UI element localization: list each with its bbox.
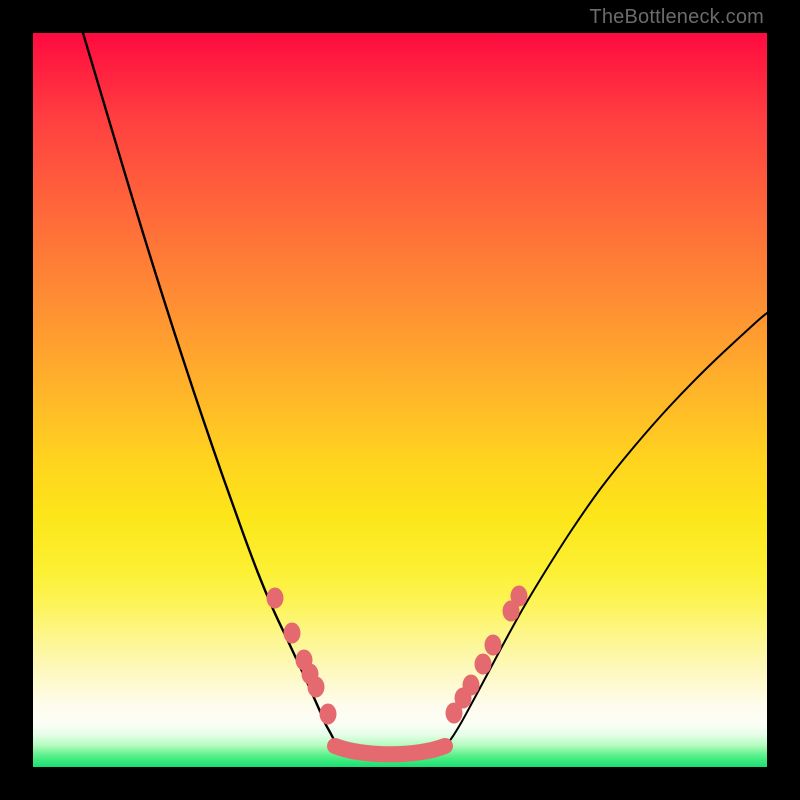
marker-dot [267, 588, 284, 609]
marker-dot [475, 654, 492, 675]
watermark-text: TheBottleneck.com [589, 6, 764, 29]
marker-dot [485, 635, 502, 656]
markers-left-group [267, 588, 337, 725]
chart-overlay [33, 33, 767, 767]
marker-dot [511, 586, 528, 607]
curve-right-branch [441, 313, 767, 751]
markers-right-group [446, 586, 528, 724]
chart-frame: TheBottleneck.com [0, 0, 800, 800]
plot-area [33, 33, 767, 767]
marker-dot [320, 704, 337, 725]
marker-dot [308, 677, 325, 698]
curve-left-branch [83, 33, 339, 750]
marker-dot [463, 675, 480, 696]
bottom-thick-segment [335, 746, 445, 754]
marker-dot [284, 623, 301, 644]
